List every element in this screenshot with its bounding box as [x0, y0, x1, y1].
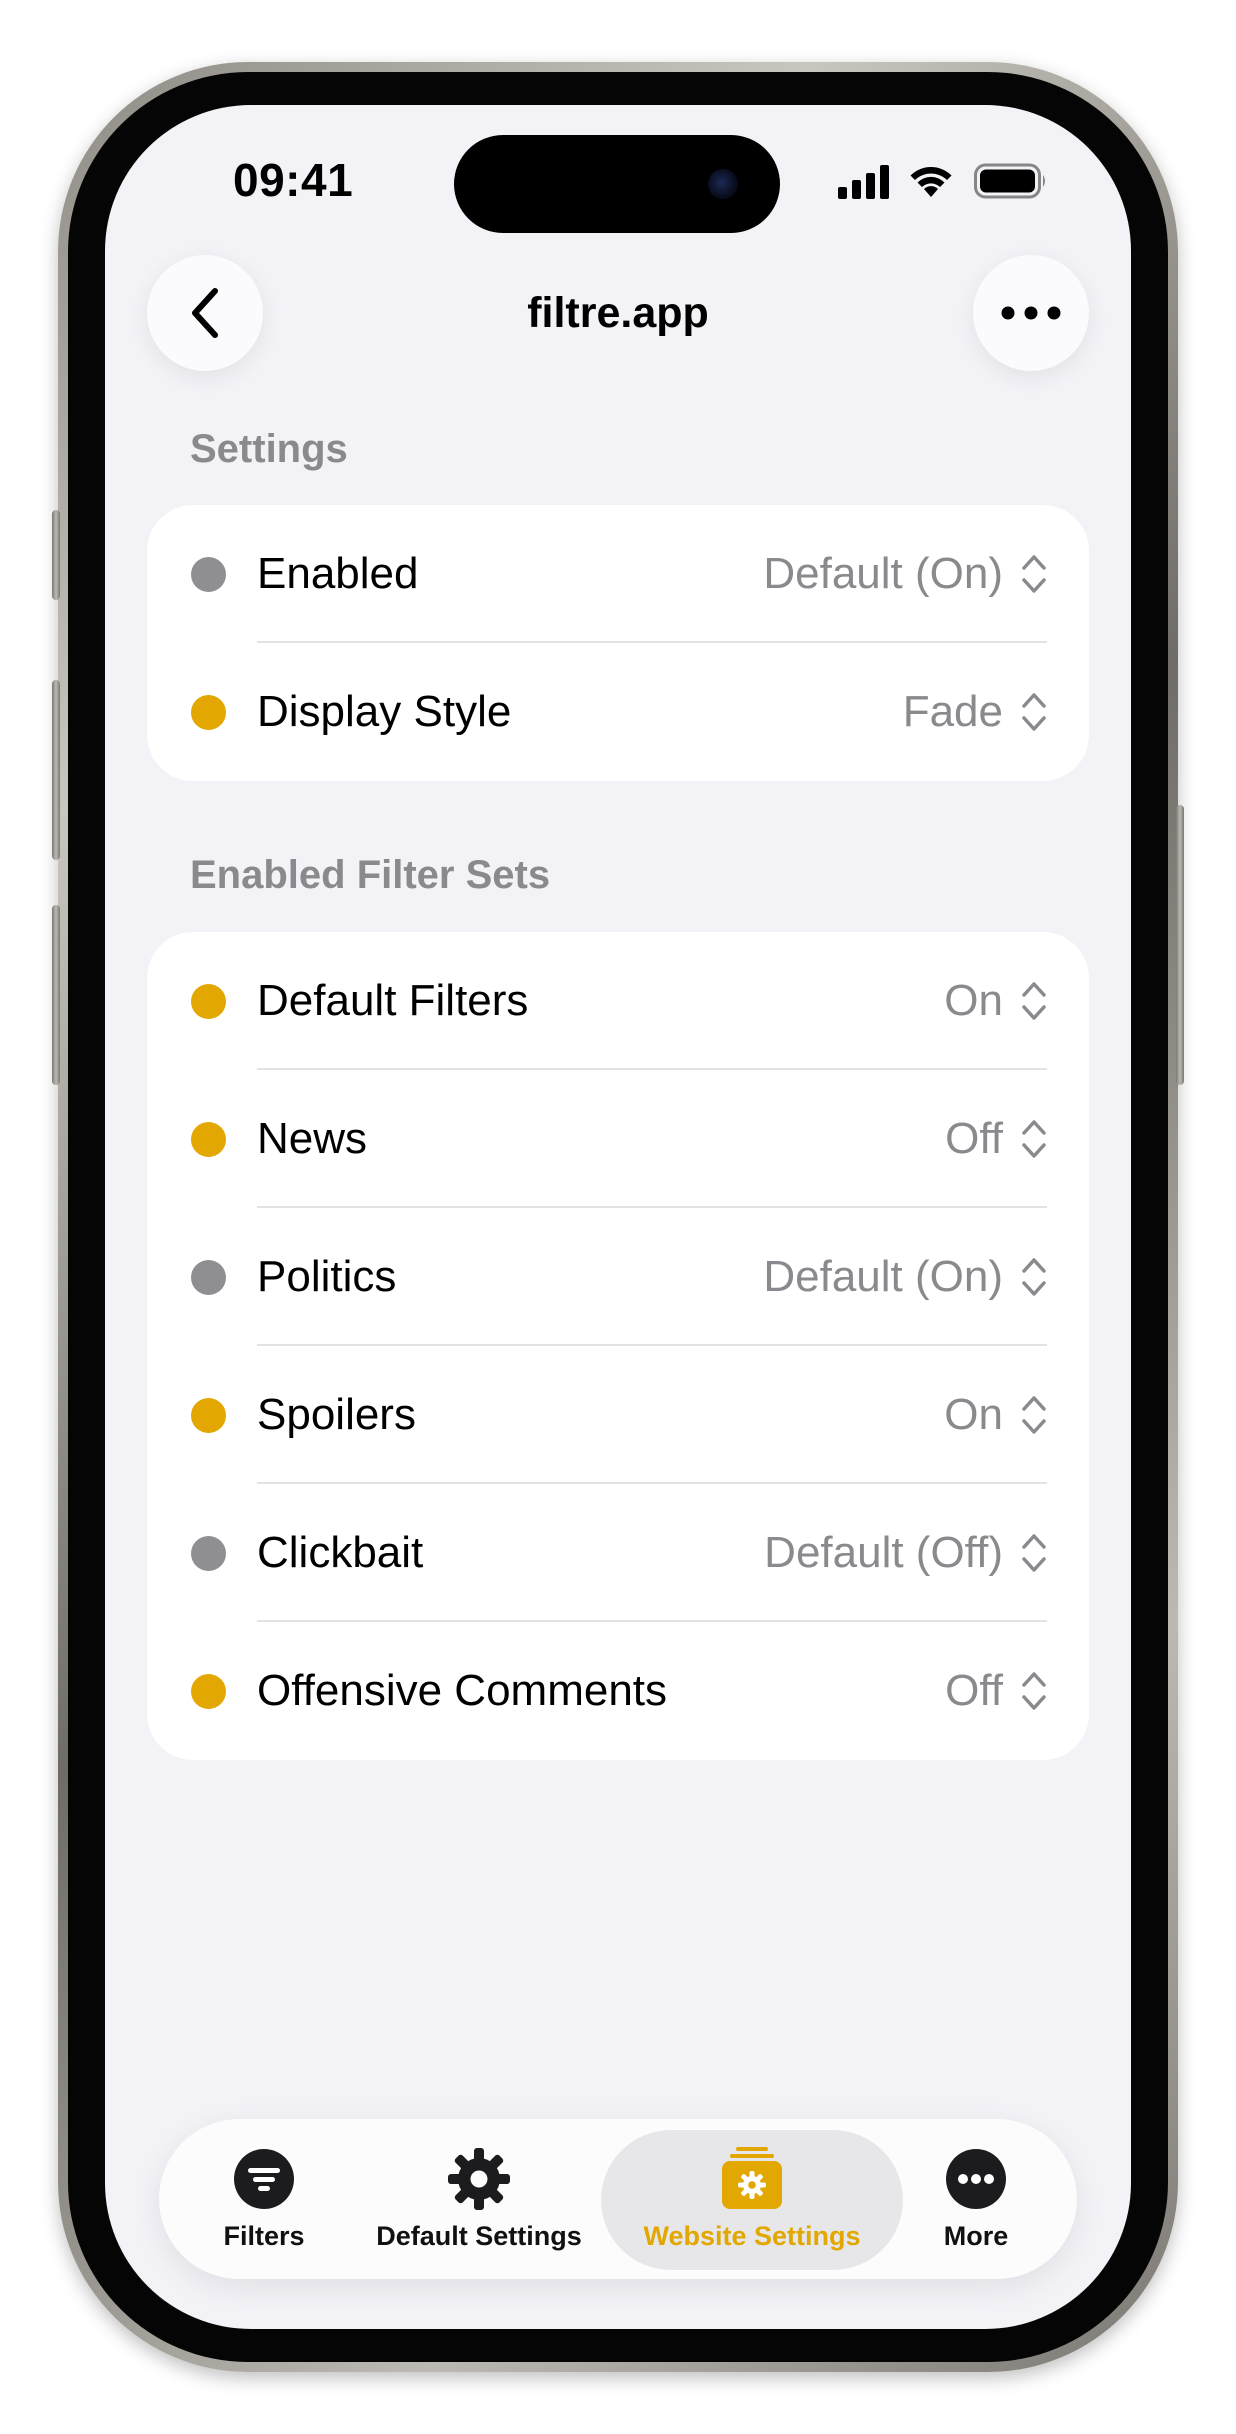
power-button: [1176, 805, 1184, 1085]
row-label: Default Filters: [257, 976, 529, 1025]
chevron-up-down-icon: [1022, 555, 1046, 593]
filter-row-clickbait[interactable]: Clickbait Default (Off): [147, 1484, 1089, 1622]
row-label: News: [257, 1114, 368, 1163]
tab-website-settings[interactable]: Website Settings: [621, 2119, 883, 2279]
status-dot: [191, 1122, 226, 1157]
status-dot: [191, 695, 226, 730]
row-value: Default (On): [763, 1252, 1003, 1301]
battery-icon: [974, 163, 1045, 199]
row-label: Clickbait: [257, 1528, 424, 1577]
row-value: On: [944, 976, 1003, 1025]
chevron-up-down-icon: [1022, 982, 1046, 1020]
status-dot: [191, 1674, 226, 1709]
row-value: Fade: [902, 687, 1003, 736]
filter-sets-card: Default Filters On News Off Politics Def…: [147, 932, 1089, 1760]
chevron-up-down-icon: [1022, 1534, 1046, 1572]
dynamic-island: [454, 135, 780, 233]
cellular-signal-icon: [838, 165, 889, 199]
status-dot: [191, 1260, 226, 1295]
action-button: [52, 510, 60, 600]
tab-label: Website Settings: [643, 2221, 861, 2251]
chevron-up-down-icon: [1022, 1396, 1046, 1434]
filter-circle-icon: [232, 2147, 296, 2211]
settings-section-header: Settings: [190, 427, 348, 471]
tab-label: More: [943, 2221, 1009, 2251]
filter-row-news[interactable]: News Off: [147, 1070, 1089, 1208]
tab-label: Default Settings: [376, 2221, 582, 2251]
chevron-up-down-icon: [1022, 1672, 1046, 1710]
row-label: Enabled: [257, 549, 419, 598]
row-label: Spoilers: [257, 1390, 416, 1439]
status-dot: [191, 557, 226, 592]
filter-row-offensive-comments[interactable]: Offensive Comments Off: [147, 1622, 1089, 1760]
tab-bar: Filters Default Settings Website Setting…: [159, 2119, 1077, 2279]
settings-card: Enabled Default (On) Display Style Fade: [147, 505, 1089, 781]
status-dot: [191, 984, 226, 1019]
row-value: Off: [945, 1114, 1003, 1163]
volume-down-button: [52, 905, 60, 1085]
filter-row-politics[interactable]: Politics Default (On): [147, 1208, 1089, 1346]
camera-lens: [708, 169, 738, 199]
row-value: Default (On): [763, 549, 1003, 598]
gear-icon: [447, 2147, 511, 2211]
volume-up-button: [52, 680, 60, 860]
row-label: Display Style: [257, 687, 512, 736]
tab-label: Filters: [223, 2221, 305, 2251]
tab-more[interactable]: More: [913, 2119, 1039, 2279]
status-dot: [191, 1536, 226, 1571]
ellipsis-circle-icon: [944, 2147, 1008, 2211]
setting-row-display-style[interactable]: Display Style Fade: [147, 643, 1089, 781]
chevron-up-down-icon: [1022, 1120, 1046, 1158]
website-settings-icon: [720, 2147, 784, 2211]
row-label: Politics: [257, 1252, 397, 1301]
row-value: Default (Off): [764, 1528, 1003, 1577]
more-button[interactable]: [973, 255, 1089, 371]
status-dot: [191, 1398, 226, 1433]
row-label: Offensive Comments: [257, 1666, 668, 1715]
filter-row-default-filters[interactable]: Default Filters On: [147, 932, 1089, 1070]
wifi-icon: [910, 167, 952, 197]
screen: 09:41 filtre.app Settings Enabled Defaul…: [105, 105, 1131, 2329]
chevron-up-down-icon: [1022, 693, 1046, 731]
setting-row-enabled[interactable]: Enabled Default (On): [147, 505, 1089, 643]
row-value: On: [944, 1390, 1003, 1439]
tab-filters[interactable]: Filters: [201, 2119, 327, 2279]
ellipsis-icon: [1001, 306, 1061, 320]
filter-row-spoilers[interactable]: Spoilers On: [147, 1346, 1089, 1484]
tab-default-settings[interactable]: Default Settings: [371, 2119, 587, 2279]
row-value: Off: [945, 1666, 1003, 1715]
chevron-up-down-icon: [1022, 1258, 1046, 1296]
filter-sets-section-header: Enabled Filter Sets: [190, 853, 551, 897]
status-time: 09:41: [233, 154, 354, 206]
